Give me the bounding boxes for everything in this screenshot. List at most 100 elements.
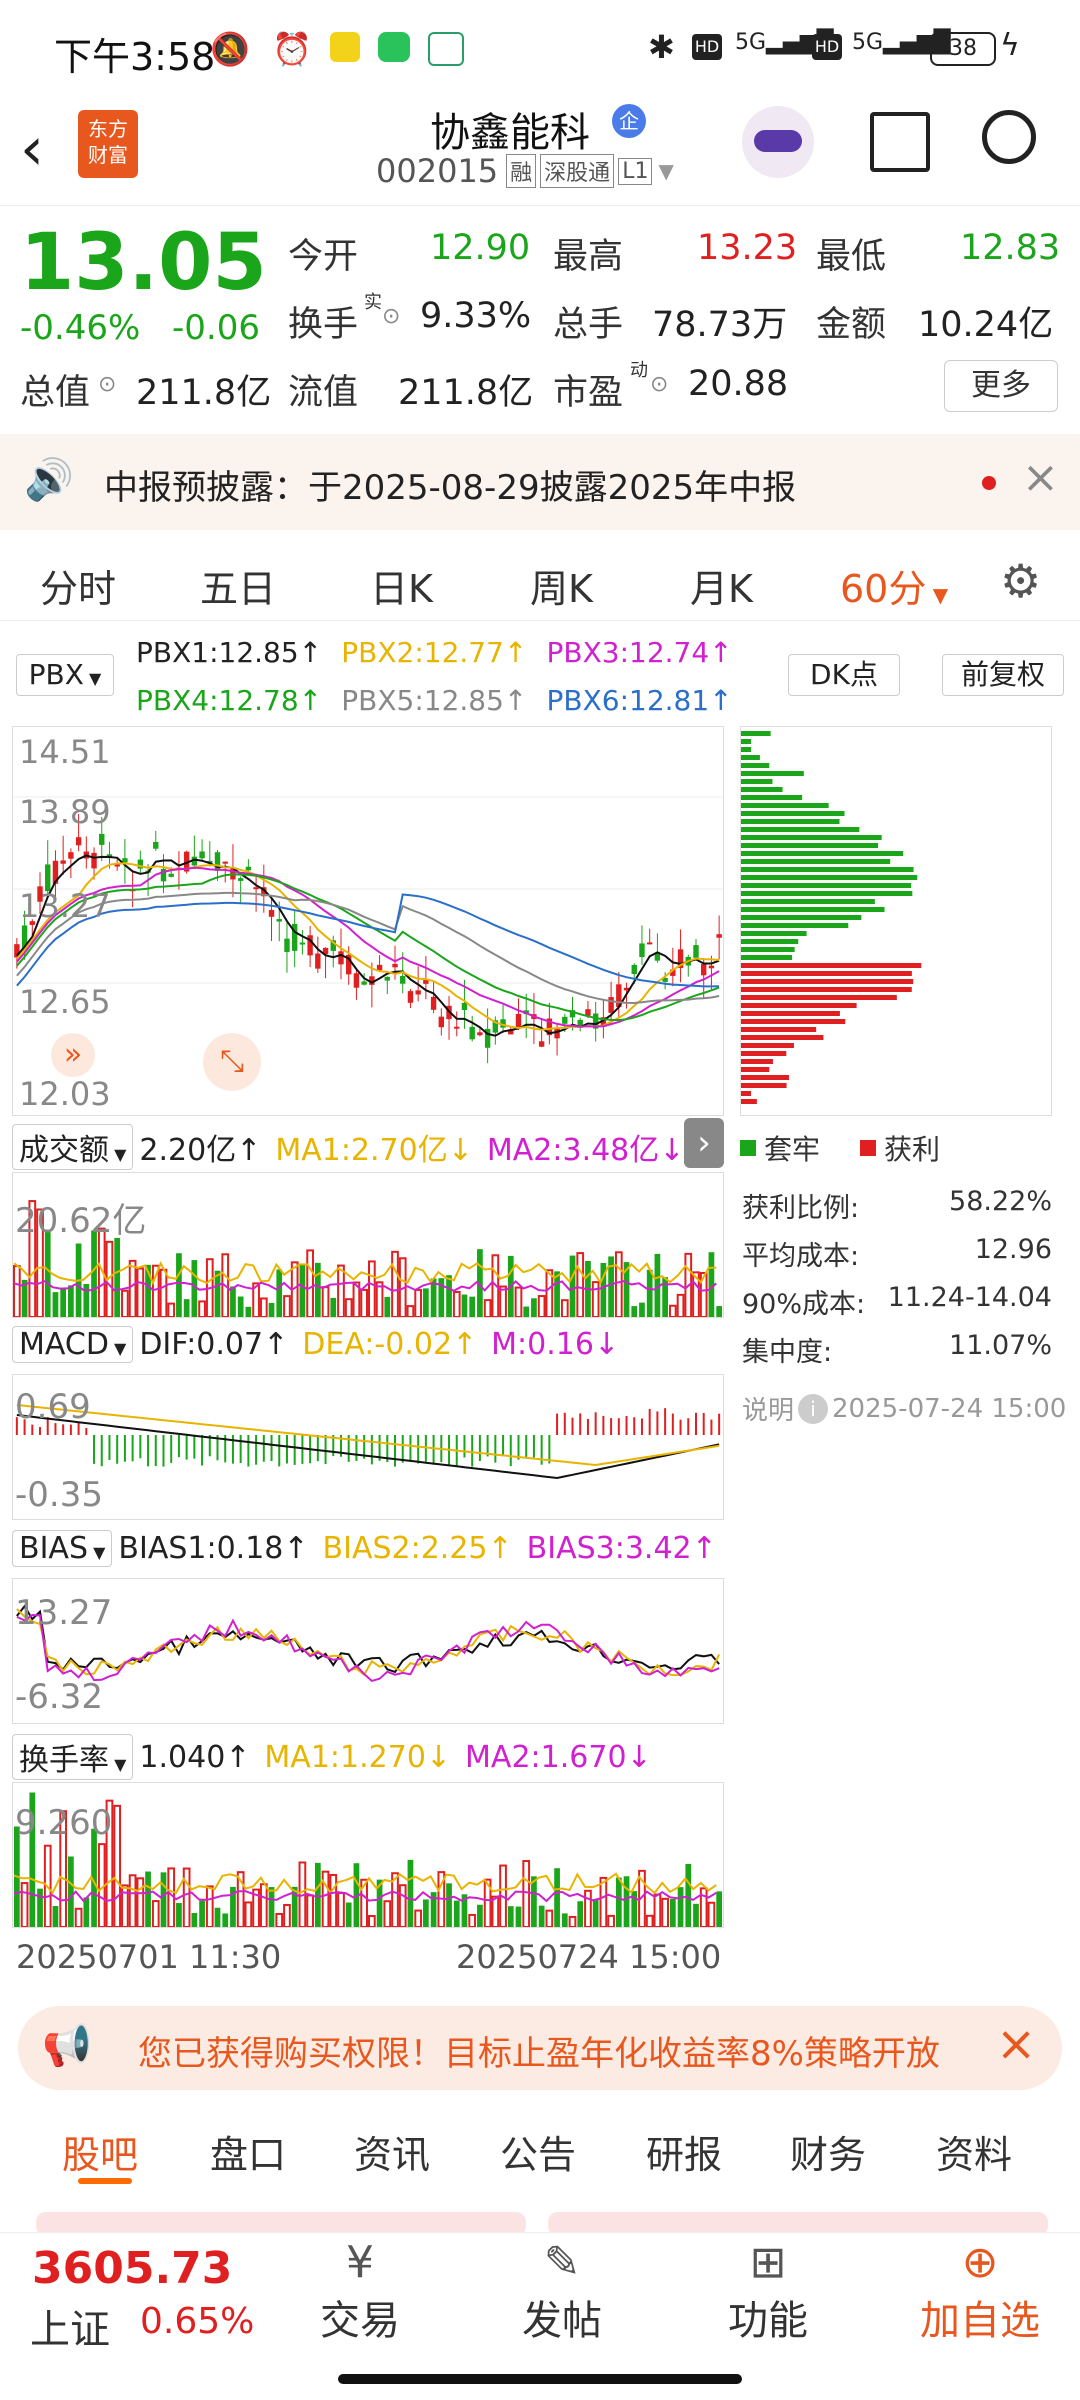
add-watchlist-button[interactable]: ⊕ 加自选	[900, 2237, 1060, 2346]
share-icon[interactable]	[870, 112, 930, 172]
bar	[383, 1900, 392, 1928]
function-button[interactable]: ⊞ 功能	[708, 2237, 828, 2346]
bar	[113, 1804, 122, 1928]
volume-chart[interactable]: 20.62亿	[12, 1172, 724, 1319]
bar	[515, 1906, 522, 1927]
index-value[interactable]: 3605.73	[32, 2243, 232, 2294]
macd-chart[interactable]: 0.69 -0.35	[12, 1374, 724, 1520]
macd-m: M:0.16↓	[491, 1327, 620, 1362]
promo-text: 您已获得购买权限！目标止盈年化收益率8%策略开放	[138, 2034, 940, 2074]
indicator-select[interactable]: PBX ▼	[16, 654, 114, 696]
bar	[83, 1284, 90, 1317]
macd-panel-header: MACD ▼ DIF:0.07↑ DEA:-0.02↑ M:0.16↓	[12, 1326, 619, 1363]
info-icon[interactable]: ⊙	[382, 304, 400, 329]
tab-weekly[interactable]: 周K	[530, 558, 593, 613]
settings-gear-icon[interactable]: ⚙	[1000, 554, 1041, 608]
tab-daily[interactable]: 日K	[370, 558, 433, 613]
bar	[577, 1901, 584, 1927]
trapped-swatch	[740, 1140, 756, 1156]
post-button[interactable]: ✎ 发帖	[502, 2237, 622, 2346]
candle-body	[469, 1026, 475, 1040]
bias-chart[interactable]: 13.27 -6.32	[12, 1578, 724, 1724]
tab-orderbook[interactable]: 盘口	[210, 2124, 286, 2179]
promo-banner[interactable]: 📢 您已获得购买权限！目标止盈年化收益率8%策略开放 ×	[18, 2006, 1062, 2090]
bar	[91, 1230, 97, 1317]
volume-select[interactable]: 成交额 ▼	[12, 1124, 134, 1170]
chip-distribution[interactable]	[740, 726, 1052, 1116]
turnover-chart[interactable]: 9.260	[12, 1782, 724, 1929]
bar	[576, 1252, 585, 1318]
tab-announcements[interactable]: 公告	[500, 2124, 576, 2179]
tab-monthly[interactable]: 月K	[690, 558, 753, 613]
tab-five-day[interactable]: 五日	[200, 558, 276, 613]
stat-value: 58.22%	[949, 1186, 1052, 1217]
search-icon[interactable]	[982, 110, 1036, 164]
tab-intraday[interactable]: 分时	[40, 558, 116, 613]
bar	[268, 1302, 275, 1317]
volume-max-label: 20.62亿	[15, 1201, 147, 1241]
chip-bar	[741, 1099, 757, 1104]
bias-select[interactable]: BIAS ▼	[12, 1530, 113, 1567]
tab-60min[interactable]: 60分 ▼	[840, 558, 948, 613]
tab-forum[interactable]: 股吧	[62, 2124, 138, 2179]
chevron-down-icon: ▼	[109, 1145, 127, 1164]
stock-code-line[interactable]: 002015 融 深股通 L1 ▼	[376, 152, 674, 190]
mktcap-label: 总值	[20, 373, 91, 413]
candle-body	[430, 996, 437, 1010]
low-label: 最低	[816, 237, 887, 277]
chip-bar	[741, 1051, 787, 1056]
adjust-button[interactable]: 前复权	[942, 654, 1064, 696]
close-icon[interactable]: ×	[1022, 452, 1059, 503]
bar	[199, 1900, 205, 1927]
chip-note[interactable]: 说明 i 2025-07-24 15:00	[742, 1390, 1066, 1427]
stat-label: 集中度:	[742, 1337, 833, 1368]
expand-left-icon[interactable]: »	[51, 1033, 95, 1077]
bar	[545, 1909, 554, 1929]
stock-code: 002015	[376, 152, 499, 190]
bar	[345, 1902, 352, 1927]
tab-finance[interactable]: 财务	[790, 2124, 866, 2179]
content-tabs: 股吧 盘口 资讯 公告 研报 财务 资料	[0, 2124, 1080, 2204]
bar	[491, 1895, 500, 1929]
bar	[631, 1306, 638, 1317]
bar	[477, 1904, 483, 1927]
index-name[interactable]: 上证	[30, 2297, 110, 2355]
more-button[interactable]: 更多	[944, 360, 1058, 412]
fullscreen-icon[interactable]: ⤡	[203, 1033, 261, 1091]
dk-point-button[interactable]: DK点	[788, 654, 900, 696]
info-icon[interactable]: ⊙	[650, 372, 668, 397]
bar	[244, 1901, 253, 1928]
chip-bar	[741, 907, 885, 912]
chip-bar	[741, 939, 799, 944]
bar	[337, 1264, 345, 1319]
bar	[423, 1899, 429, 1927]
macd-select[interactable]: MACD ▼	[12, 1326, 134, 1363]
assistant-avatar[interactable]	[742, 106, 814, 178]
bar	[569, 1255, 576, 1317]
collapse-panel-icon[interactable]: ›	[684, 1118, 724, 1168]
chip-svg	[741, 731, 922, 1104]
candle-body	[693, 945, 699, 958]
turnover-max-label: 9.260	[15, 1803, 113, 1843]
chip-bar	[741, 947, 795, 952]
stat-value: 11.24-14.04	[887, 1282, 1052, 1313]
tab-news[interactable]: 资讯	[354, 2124, 430, 2179]
tab-research[interactable]: 研报	[646, 2124, 722, 2179]
notice-bar[interactable]: 🔊 中报预披露：于2025-08-29披露2025年中报 ×	[0, 434, 1080, 530]
close-icon[interactable]: ×	[996, 2016, 1036, 2072]
bar	[584, 1889, 592, 1928]
bias3: BIAS3:3.42↑	[526, 1531, 717, 1566]
chevron-down-icon: ▼	[658, 159, 674, 183]
back-icon[interactable]: ‹	[20, 114, 44, 184]
candle-body	[438, 1016, 445, 1028]
notice-text: 中报预披露：于2025-08-29披露2025年中报	[104, 468, 797, 508]
kline-chart[interactable]: 14.51 13.89 13.27 12.65 12.03 » ⤡	[12, 726, 724, 1116]
turnover-value: 9.33%	[420, 296, 532, 336]
active-tab-indicator	[78, 2178, 132, 2184]
turnover-select[interactable]: 换手率 ▼	[12, 1734, 134, 1780]
bar	[136, 1267, 145, 1319]
tab-profile[interactable]: 资料	[936, 2124, 1012, 2179]
trapped-label: 套牢	[764, 1133, 821, 1166]
info-icon[interactable]: ⊙	[98, 372, 116, 397]
trade-button[interactable]: ¥ 交易	[300, 2237, 420, 2346]
